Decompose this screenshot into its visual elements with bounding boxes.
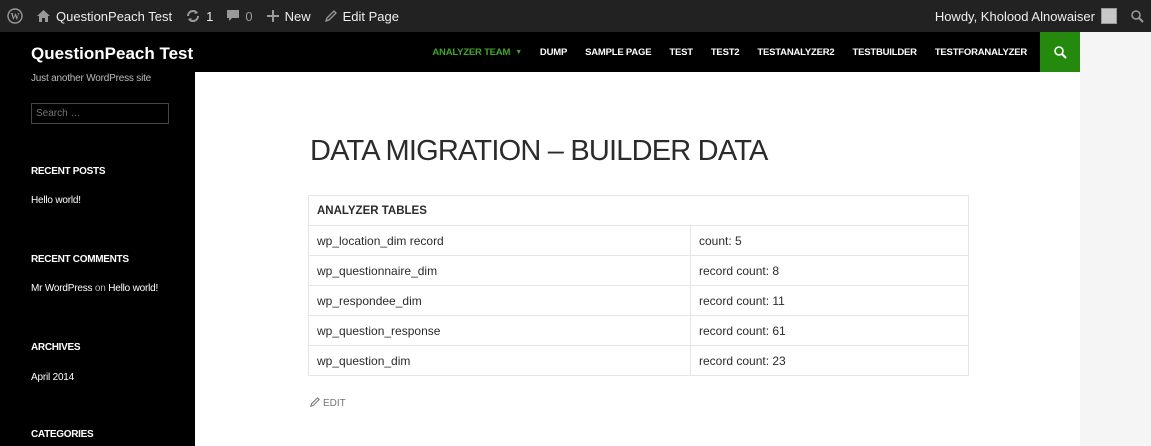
updates-icon <box>186 9 200 23</box>
nav-item-label: ANALYZER TEAM <box>432 46 511 58</box>
new-label: New <box>284 8 311 24</box>
edit-link[interactable]: EDIT <box>309 397 346 410</box>
nav-item-test2[interactable]: TEST2 <box>702 32 749 72</box>
edit-label: EDIT <box>323 398 346 409</box>
table-row: wp_location_dim record count: 5 <box>308 225 969 256</box>
comments-count: 0 <box>245 8 253 24</box>
avatar <box>1101 8 1117 24</box>
nav-item-analyzer-team[interactable]: ANALYZER TEAM ▼ <box>423 32 531 72</box>
table-row: wp_respondee_dim record count: 11 <box>308 285 969 316</box>
categories-title: CATEGORIES <box>31 429 94 440</box>
table-cell-count: record count: 61 <box>690 315 969 346</box>
page-title: DATA MIGRATION – BUILDER DATA <box>310 135 768 167</box>
table-cell-name: wp_questionnaire_dim <box>308 255 691 286</box>
my-account-link[interactable]: Howdy, Kholood Alnowaiser <box>928 0 1124 32</box>
caret-down-icon: ▼ <box>515 48 522 56</box>
archives-title: ARCHIVES <box>31 342 81 353</box>
plus-icon <box>266 10 279 22</box>
recent-post-link[interactable]: Hello world! <box>31 195 81 206</box>
table-row: wp_questionnaire_dim record count: 8 <box>308 255 969 286</box>
new-content-link[interactable]: New <box>260 0 318 32</box>
nav-search-button[interactable] <box>1040 32 1080 72</box>
site-name-link[interactable]: QuestionPeach Test <box>30 0 179 32</box>
edit-page-label: Edit Page <box>342 8 399 24</box>
updates-link[interactable]: 1 <box>179 0 220 32</box>
home-icon <box>37 10 50 22</box>
search-input[interactable] <box>31 103 169 124</box>
wordpress-logo-icon: W <box>7 8 23 24</box>
table-row: wp_question_dim record count: 23 <box>308 345 969 376</box>
table-cell-count: record count: 23 <box>690 345 969 376</box>
comments-link[interactable]: 0 <box>220 0 259 32</box>
wordpress-logo-button[interactable]: W <box>0 0 30 32</box>
nav-item-sample-page[interactable]: SAMPLE PAGE <box>576 32 660 72</box>
howdy-label: Howdy, Kholood Alnowaiser <box>934 8 1095 24</box>
table-cell-name: wp_question_response <box>308 315 691 346</box>
nav-item-testanalyzer2[interactable]: TESTANALYZER2 <box>748 32 843 72</box>
admin-search-button[interactable] <box>1124 0 1151 32</box>
updates-count: 1 <box>206 8 214 24</box>
site-description: Just another WordPress site <box>31 73 152 84</box>
recent-comment-item: Mr WordPress on Hello world! <box>31 283 158 294</box>
table-row: wp_question_response record count: 61 <box>308 315 969 346</box>
search-icon <box>1053 45 1067 59</box>
comment-author-link[interactable]: Mr WordPress <box>31 283 93 294</box>
table-header: ANALYZER TABLES <box>308 195 969 226</box>
recent-comments-title: RECENT COMMENTS <box>31 254 129 265</box>
search-icon <box>1131 9 1144 23</box>
table-cell-name: wp_question_dim <box>308 345 691 376</box>
table-cell-name: wp_location_dim record <box>308 225 691 256</box>
table-header-row: ANALYZER TABLES <box>308 195 969 226</box>
primary-navigation: ANALYZER TEAM ▼ DUMP SAMPLE PAGE TEST TE… <box>195 32 1080 72</box>
pencil-icon <box>309 397 320 410</box>
edit-page-link[interactable]: Edit Page <box>318 0 406 32</box>
table-cell-name: wp_respondee_dim <box>308 285 691 316</box>
pencil-icon <box>324 10 337 22</box>
comment-post-link[interactable]: Hello world! <box>108 283 158 294</box>
main-content: DATA MIGRATION – BUILDER DATA ANALYZER T… <box>195 72 1080 446</box>
table-cell-count: record count: 8 <box>690 255 969 286</box>
right-gutter <box>1080 32 1151 446</box>
nav-item-testbuilder[interactable]: TESTBUILDER <box>844 32 926 72</box>
archive-link[interactable]: April 2014 <box>31 372 74 383</box>
svg-text:W: W <box>11 12 20 22</box>
recent-posts-title: RECENT POSTS <box>31 166 106 177</box>
site-title[interactable]: QuestionPeach Test <box>31 44 193 64</box>
site-name-label: QuestionPeach Test <box>56 8 173 24</box>
admin-bar: W QuestionPeach Test 1 0 New Edit Page H… <box>0 0 1151 32</box>
table-cell-count: count: 5 <box>690 225 969 256</box>
table-cell-count: record count: 11 <box>690 285 969 316</box>
sidebar: QuestionPeach Test Just another WordPres… <box>0 32 195 446</box>
nav-item-testforanalyzer[interactable]: TESTFORANALYZER <box>926 32 1036 72</box>
comment-on-text: on <box>92 283 109 294</box>
analyzer-table: ANALYZER TABLES wp_location_dim record c… <box>308 195 969 376</box>
comment-icon <box>227 10 240 22</box>
nav-item-test[interactable]: TEST <box>660 32 701 72</box>
nav-item-dump[interactable]: DUMP <box>531 32 576 72</box>
